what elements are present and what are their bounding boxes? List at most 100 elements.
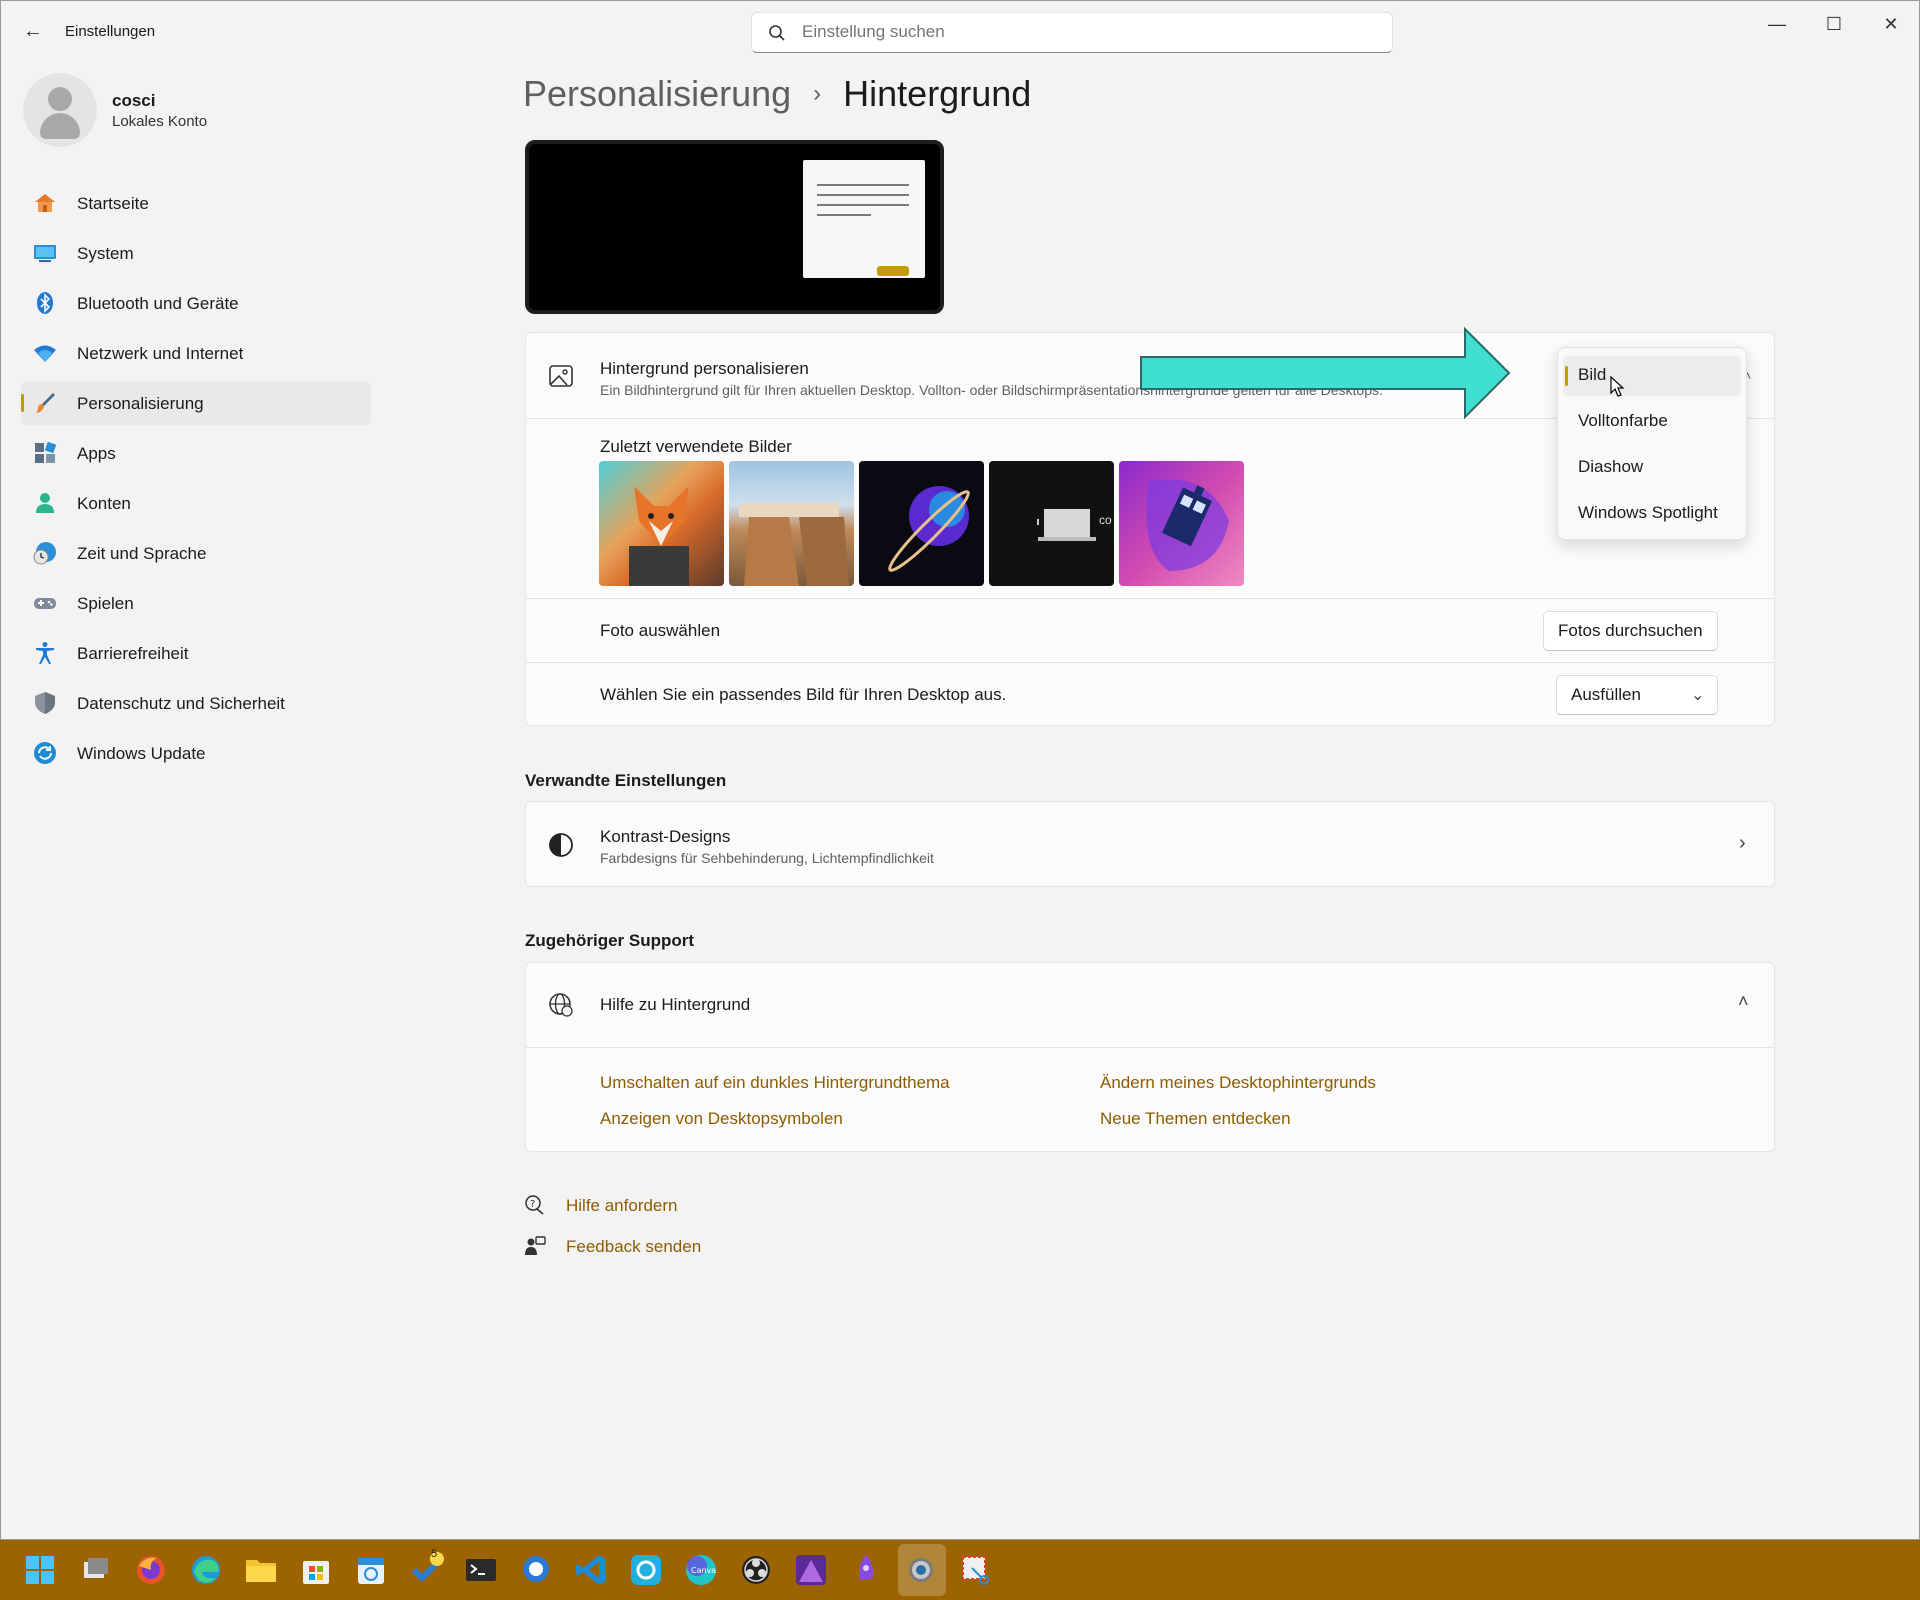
update-icon <box>34 742 56 764</box>
avatar <box>23 73 97 147</box>
store-icon[interactable] <box>298 1552 334 1588</box>
fit-row: Wählen Sie ein passendes Bild für Ihren … <box>526 662 1774 726</box>
support-heading: Zugehöriger Support <box>525 931 695 950</box>
canva-icon[interactable]: Canva <box>683 1552 719 1588</box>
rocket-app-icon[interactable] <box>848 1552 884 1588</box>
sidebar-item-startseite[interactable]: Startseite <box>21 181 371 225</box>
sidebar-item-datenschutz[interactable]: Datenschutz und Sicherheit <box>21 681 371 725</box>
sidebar-item-personalisierung[interactable]: Personalisierung <box>21 381 371 425</box>
recent-image-cliff[interactable] <box>729 461 854 586</box>
sidebar-item-system[interactable]: System <box>21 231 371 275</box>
fit-dropdown[interactable]: Ausfüllen ⌄ <box>1556 675 1718 715</box>
browse-photos-button[interactable]: Fotos durchsuchen <box>1543 611 1718 651</box>
recent-image-fox[interactable] <box>599 461 724 586</box>
gamepad-icon <box>34 598 56 609</box>
sync-app-icon[interactable] <box>628 1552 664 1588</box>
brush-icon <box>36 393 55 413</box>
support-link-desktop-icons[interactable]: Anzeigen von Desktopsymbolen <box>600 1109 843 1129</box>
chevron-right-icon: › <box>1739 832 1746 854</box>
support-link-new-themes[interactable]: Neue Themen entdecken <box>1100 1109 1291 1129</box>
home-icon <box>35 194 55 212</box>
clock-globe-icon <box>33 542 56 565</box>
recent-images-label: Zuletzt verwendete Bilder <box>600 437 792 456</box>
vscode-icon[interactable] <box>573 1552 609 1588</box>
support-links-row <box>526 1047 1774 1152</box>
get-help-link[interactable]: Hilfe anfordern <box>566 1196 678 1216</box>
sidebar-item-label: Barrierefreiheit <box>77 644 189 663</box>
affinity-photo-icon[interactable] <box>793 1552 829 1588</box>
feedback-icon <box>525 1236 546 1255</box>
sidebar-item-apps[interactable]: Apps <box>21 431 371 475</box>
edge-icon[interactable] <box>188 1552 224 1588</box>
search-icon <box>769 25 785 41</box>
sidebar-item-barrierefreiheit[interactable]: Barrierefreiheit <box>21 631 371 675</box>
recent-image-planet[interactable] <box>859 461 984 586</box>
calendar-icon[interactable] <box>353 1552 389 1588</box>
sidebar-item-label: Personalisierung <box>77 394 204 413</box>
settings-window: ← Einstellungen — ☐ ✕ cosci Lokales Kont… <box>0 0 1920 1540</box>
image-icon <box>549 365 573 387</box>
todo-badge: 5 <box>431 1548 438 1560</box>
breadcrumb: Personalisierung › Hintergrund <box>523 73 1031 115</box>
start-icon[interactable] <box>22 1552 58 1588</box>
sidebar-item-label: Datenschutz und Sicherheit <box>77 694 285 713</box>
contrast-themes-card[interactable]: Kontrast-Designs Farbdesigns für Sehbehi… <box>525 801 1775 887</box>
sidebar-item-label: Spielen <box>77 594 134 613</box>
support-link-dark-theme[interactable]: Umschalten auf ein dunkles Hintergrundth… <box>600 1073 950 1093</box>
sidebar-item-windows-update[interactable]: Windows Update <box>21 731 371 775</box>
sidebar-item-bluetooth[interactable]: Bluetooth und Geräte <box>21 281 371 325</box>
maximize-button[interactable]: ☐ <box>1814 9 1854 39</box>
bluetooth-icon <box>37 292 53 314</box>
breadcrumb-parent[interactable]: Personalisierung <box>523 73 791 114</box>
sidebar-item-zeit[interactable]: Zeit und Sprache <box>21 531 371 575</box>
sidebar-item-konten[interactable]: Konten <box>21 481 371 525</box>
todo-icon[interactable] <box>408 1552 444 1588</box>
minimize-button[interactable]: — <box>1757 9 1797 39</box>
background-type-dropdown-menu: Bild Volltonfarbe Diashow Windows Spotli… <box>1557 347 1747 540</box>
recent-image-laptop[interactable]: co <box>989 461 1114 586</box>
svg-text:?: ? <box>530 1199 535 1210</box>
chevron-down-icon: ⌄ <box>1691 687 1705 704</box>
task-view-icon[interactable] <box>78 1552 114 1588</box>
terminal-icon[interactable] <box>463 1552 499 1588</box>
sidebar-item-label: Konten <box>77 494 131 513</box>
shield-icon <box>35 692 55 714</box>
file-explorer-icon[interactable] <box>243 1552 279 1588</box>
firefox-icon[interactable] <box>133 1552 169 1588</box>
dropdown-option-bild[interactable]: Bild <box>1563 356 1741 396</box>
support-header-row[interactable]: Hilfe zu Hintergrund ˄ <box>526 963 1774 1047</box>
preview-window <box>803 160 925 278</box>
dropdown-option-volltonfarbe[interactable]: Volltonfarbe <box>1563 402 1741 442</box>
dropdown-option-windows-spotlight[interactable]: Windows Spotlight <box>1563 494 1741 534</box>
sidebar-nav: Startseite System Bluetooth und Geräte N… <box>21 181 371 781</box>
monitor-icon <box>34 245 56 262</box>
sidebar-item-label: Netzwerk und Internet <box>77 344 244 363</box>
background-title: Hintergrund personalisieren <box>600 359 809 378</box>
contrast-title: Kontrast-Designs <box>600 827 731 846</box>
send-feedback-link[interactable]: Feedback senden <box>566 1237 701 1257</box>
taskbar: 5 Canva <box>0 1540 1920 1600</box>
support-link-change-background[interactable]: Ändern meines Desktophintergrunds <box>1100 1073 1376 1093</box>
dropdown-option-diashow[interactable]: Diashow <box>1563 448 1741 488</box>
back-button[interactable]: ← <box>21 19 45 43</box>
chevron-up-icon[interactable]: ˄ <box>1738 991 1749 1012</box>
snipping-tool-icon[interactable] <box>958 1552 994 1588</box>
sidebar-item-label: Zeit und Sprache <box>77 544 207 563</box>
title-bar: ← Einstellungen — ☐ ✕ <box>1 1 1920 63</box>
svg-text:Canva: Canva <box>691 1566 716 1575</box>
settings-gear-icon[interactable] <box>903 1552 939 1588</box>
search-input[interactable] <box>802 13 1362 51</box>
search-box[interactable] <box>751 12 1393 53</box>
close-button[interactable]: ✕ <box>1871 9 1911 39</box>
sidebar-item-spielen[interactable]: Spielen <box>21 581 371 625</box>
sidebar-item-label: System <box>77 244 134 263</box>
obs-icon[interactable] <box>738 1552 774 1588</box>
user-profile[interactable]: cosci Lokales Konto <box>21 71 381 151</box>
sidebar-item-label: Bluetooth und Geräte <box>77 294 239 313</box>
apps-icon <box>35 441 57 463</box>
chat-icon[interactable] <box>518 1552 554 1588</box>
accessibility-icon <box>36 642 54 664</box>
contrast-icon <box>549 833 573 857</box>
recent-image-tardis[interactable] <box>1119 461 1244 586</box>
sidebar-item-network[interactable]: Netzwerk und Internet <box>21 331 371 375</box>
